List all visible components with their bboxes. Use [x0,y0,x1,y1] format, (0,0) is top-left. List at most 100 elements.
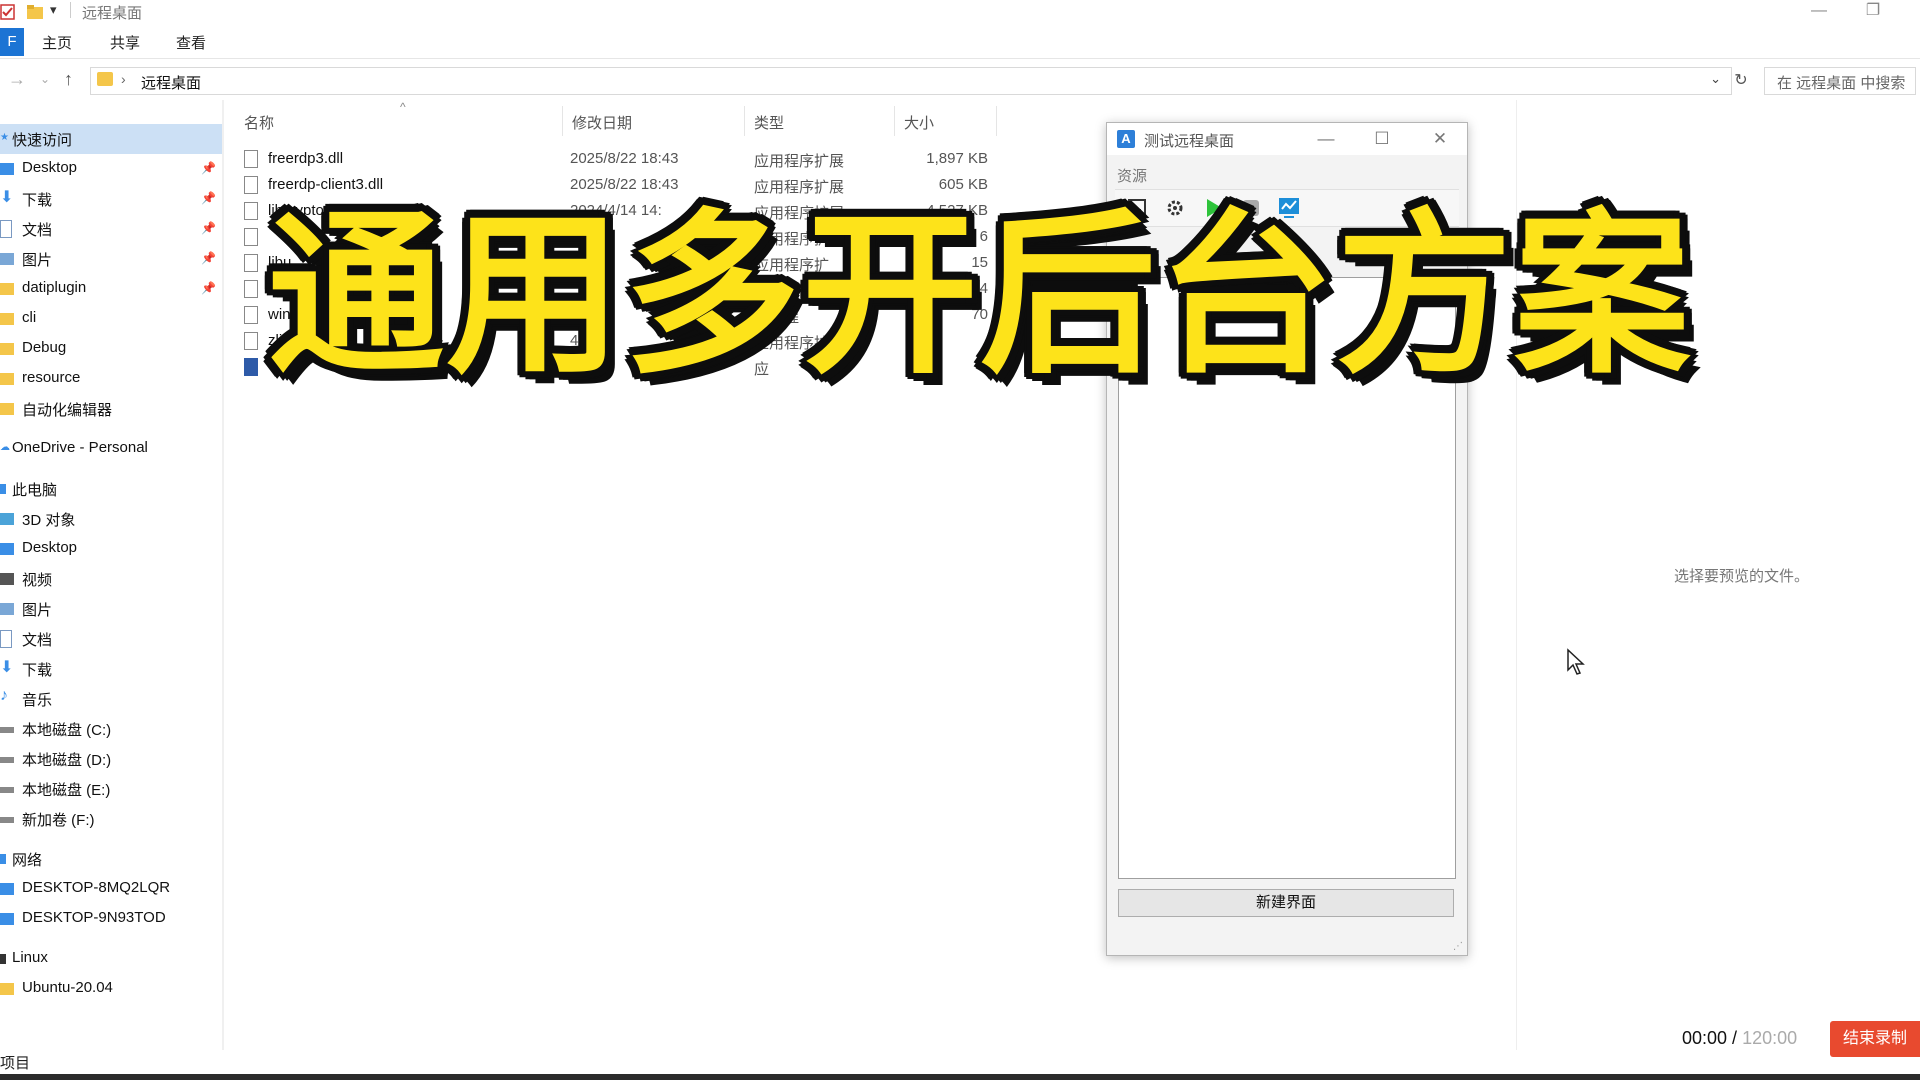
sidebar-item-label: 新加卷 (F:) [22,812,95,829]
video-icon [0,573,14,585]
ribbon-tabs: F 主页 共享 查看 [0,26,1920,59]
dll-file-icon [244,306,258,324]
sidebar-item-label: 视频 [22,572,53,589]
sidebar-item-drive-f[interactable]: 新加卷 (F:) [0,804,222,834]
sidebar-item-label: 文档 [22,632,53,649]
pin-icon[interactable]: 📌 [201,281,216,295]
app-close-button[interactable]: ✕ [1425,127,1455,151]
sidebar-item-downloads[interactable]: ⬇ 下载 📌 [0,184,222,214]
sidebar-item-pictures[interactable]: 图片 📌 [0,244,222,274]
column-divider[interactable] [744,106,745,136]
sidebar-item-desktop[interactable]: Desktop 📌 [0,154,222,184]
sidebar-item-network-pc-2[interactable]: DESKTOP-9N93TOD [0,904,222,934]
sidebar-item-drive-d[interactable]: 本地磁盘 (D:) [0,744,222,774]
picture-icon [0,603,14,615]
back-arrow-icon[interactable]: → [8,69,26,90]
sidebar-item-documents[interactable]: 文档 📌 [0,214,222,244]
pin-icon[interactable]: 📌 [201,161,216,175]
column-header-name[interactable]: 名称 [244,112,274,133]
end-recording-button[interactable]: 结束录制 [1830,1021,1920,1057]
picture-icon [0,253,14,265]
sidebar-item-label: 网络 [12,852,43,869]
sidebar-item-ubuntu[interactable]: Ubuntu-20.04 [0,974,222,1004]
breadcrumb-current[interactable]: 远程桌面 [141,72,201,93]
status-bar: 项目 [0,1050,1920,1074]
sidebar-item-label: 下载 [22,662,53,679]
column-header-type[interactable]: 类型 [754,112,784,133]
sidebar-item-label: 图片 [22,602,53,619]
ribbon-tab-home[interactable]: 主页 [42,32,72,53]
sidebar-item-onedrive[interactable]: ☁ OneDrive - Personal [0,434,222,464]
ribbon-file-tab[interactable]: F [0,28,24,56]
nav-pane-divider[interactable] [222,100,224,1050]
dll-file-icon [244,332,258,350]
computer-icon [0,883,14,895]
sidebar-item-label: 下载 [22,192,53,209]
sidebar-item-pc-downloads[interactable]: ⬇ 下载 [0,654,222,684]
column-divider[interactable] [996,106,997,136]
new-folder-icon[interactable] [26,3,44,21]
pin-icon[interactable]: 📌 [201,251,216,265]
sidebar-item-datiplugin[interactable]: datiplugin 📌 [0,274,222,304]
properties-check-icon[interactable] [0,3,16,21]
sidebar-item-label: 此电脑 [12,482,58,499]
up-arrow-icon[interactable]: ↑ [64,69,73,90]
resize-grip-icon[interactable]: ⋰ [1453,941,1463,952]
sidebar-item-network-pc-1[interactable]: DESKTOP-8MQ2LQR [0,874,222,904]
sidebar-item-linux[interactable]: Linux [0,944,222,974]
sidebar-item-cli[interactable]: cli [0,304,222,334]
refresh-icon[interactable]: ↻ [1728,68,1754,94]
sidebar-item-label: Ubuntu-20.04 [22,979,113,996]
video-caption-overlay: 通用多开后台方案 [268,193,1693,398]
sidebar-item-label: 音乐 [22,692,53,709]
sidebar-item-automation-editor[interactable]: 自动化编辑器 [0,394,222,424]
sidebar-item-pc-pictures[interactable]: 图片 [0,594,222,624]
search-input[interactable]: 在 远程桌面 中搜索 [1764,67,1916,95]
sidebar-item-3d-objects[interactable]: 3D 对象 [0,504,222,534]
app-minimize-button[interactable]: — [1311,127,1341,151]
column-divider[interactable] [894,106,895,136]
sidebar-item-pc-desktop[interactable]: Desktop [0,534,222,564]
column-divider[interactable] [562,106,563,136]
recent-dropdown-icon[interactable]: ⌄ [40,72,50,86]
dll-file-icon [244,228,258,246]
dll-file-icon [244,280,258,298]
pin-icon[interactable]: 📌 [201,221,216,235]
item-count: 项目 [0,1055,31,1072]
address-bar[interactable]: › 远程桌面 ⌄ [90,67,1732,95]
column-header-date[interactable]: 修改日期 [572,112,632,133]
ribbon-tab-view[interactable]: 查看 [176,32,206,53]
address-dropdown-icon[interactable]: ⌄ [1710,71,1721,87]
pin-icon[interactable]: 📌 [201,191,216,205]
sidebar-item-drive-c[interactable]: 本地磁盘 (C:) [0,714,222,744]
sidebar-item-drive-e[interactable]: 本地磁盘 (E:) [0,774,222,804]
drive-icon [0,757,14,763]
sidebar-item-videos[interactable]: 视频 [0,564,222,594]
sidebar-item-resource[interactable]: resource [0,364,222,394]
ribbon-tab-share[interactable]: 共享 [110,32,140,53]
sidebar-item-network[interactable]: 网络 [0,844,222,874]
timer-separator: / [1727,1028,1743,1048]
app-title-bar[interactable]: A 测试远程桌面 — ☐ ✕ [1107,123,1467,155]
minimize-button[interactable]: — [1796,0,1842,24]
sidebar-item-debug[interactable]: Debug [0,334,222,364]
folder-icon [97,72,113,86]
menu-resources[interactable]: 资源 [1117,165,1147,186]
dll-file-icon [244,202,258,220]
sidebar-item-label: 本地磁盘 (D:) [22,752,112,769]
table-row[interactable]: freerdp3.dll 2025/8/22 18:43 应用程序扩展 1,897 K… [244,146,1014,172]
app-maximize-button[interactable]: ☐ [1367,127,1397,151]
sidebar-item-this-pc[interactable]: 此电脑 [0,474,222,504]
sidebar-item-pc-documents[interactable]: 文档 [0,624,222,654]
breadcrumb-chevron-icon[interactable]: › [121,71,126,87]
restore-button[interactable]: ❐ [1850,0,1896,24]
column-header-size[interactable]: 大小 [904,112,934,133]
dll-file-icon [244,150,258,168]
dll-file-icon [244,254,258,272]
quick-access-dropdown-icon[interactable]: ▾ [50,2,57,20]
new-interface-button[interactable]: 新建界面 [1118,889,1454,917]
sidebar-item-music[interactable]: ♪ 音乐 [0,684,222,714]
recording-timer: 00:00 / 120:00 [1682,1028,1797,1049]
download-icon: ⬇ [0,659,14,676]
sidebar-item-quick-access[interactable]: ★ 快速访问 [0,124,222,154]
